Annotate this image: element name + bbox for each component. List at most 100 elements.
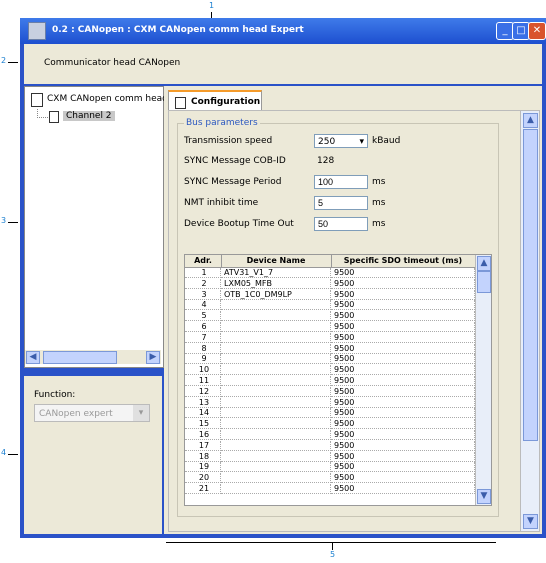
cell-device-name (221, 484, 331, 494)
cell-address: 10 (185, 365, 221, 376)
cell-address: 19 (185, 462, 221, 473)
column-header-device-name[interactable]: Device Name (221, 255, 332, 267)
table-row[interactable]: 12 9500 (185, 386, 475, 397)
sync-period-input[interactable] (314, 175, 368, 189)
tree-scroll-thumb[interactable] (43, 351, 117, 364)
column-header-sdo-timeout[interactable]: Specific SDO timeout (ms) (331, 255, 476, 267)
table-row[interactable]: 7 9500 (185, 332, 475, 343)
scroll-down-icon[interactable]: ▼ (523, 514, 538, 529)
tree-root-label[interactable]: CXM CANopen comm head (47, 94, 168, 104)
table-row[interactable]: 9 9500 (185, 354, 475, 365)
device-tree: CXM CANopen comm head Channel 2 ◀ ▶ (24, 86, 168, 368)
cell-device-name (221, 451, 331, 462)
cell-sdo-timeout: 9500 (331, 408, 475, 419)
window-title: 0.2 : CANopen : CXM CANopen comm head Ex… (52, 25, 304, 35)
callout-1: 1 (209, 1, 215, 10)
cell-address: 14 (185, 408, 221, 419)
cell-sdo-timeout: 9500 (331, 311, 475, 322)
scroll-up-icon[interactable]: ▲ (477, 256, 491, 271)
table-row[interactable]: 2 LXM05_MFB 9500 (185, 278, 475, 289)
table-row[interactable]: 4 9500 (185, 300, 475, 311)
scroll-up-icon[interactable]: ▲ (523, 113, 538, 128)
callout-4: 4 (1, 448, 7, 457)
sync-period-label: SYNC Message Period (184, 177, 282, 187)
table-row[interactable]: 19 9500 (185, 462, 475, 473)
cell-sdo-timeout: 9500 (331, 484, 475, 494)
cell-sdo-timeout: 9500 (331, 473, 475, 484)
cell-address: 11 (185, 376, 221, 386)
cell-sdo-timeout: 9500 (331, 451, 475, 462)
nmt-inhibit-unit: ms (372, 198, 386, 208)
cell-address: 12 (185, 386, 221, 397)
main-scroll-thumb[interactable] (523, 129, 538, 441)
table-scroll-thumb[interactable] (477, 271, 491, 293)
table-vertical-scrollbar[interactable]: ▲ ▼ (475, 255, 491, 505)
close-button[interactable]: ✕ (528, 22, 546, 40)
channel-icon (49, 111, 59, 123)
cell-sdo-timeout: 9500 (331, 365, 475, 376)
table-row[interactable]: 16 9500 (185, 430, 475, 440)
configuration-content: Bus parameters Transmission speed 250 ▾ … (168, 110, 522, 532)
table-row[interactable]: 3 OTB_1C0_DM9LP 9500 (185, 289, 475, 300)
cell-sdo-timeout: 9500 (331, 300, 475, 311)
main-vertical-scrollbar[interactable]: ▲ ▼ (520, 110, 540, 532)
cell-sdo-timeout: 9500 (331, 376, 475, 386)
header-text: Communicator head CANopen (44, 58, 181, 68)
cell-device-name (221, 462, 331, 473)
title-bar[interactable]: 0.2 : CANopen : CXM CANopen comm head Ex… (20, 18, 546, 44)
scroll-left-icon[interactable]: ◀ (26, 351, 40, 364)
sync-cob-id-value: 128 (314, 154, 368, 168)
table-row[interactable]: 20 9500 (185, 473, 475, 484)
cell-device-name (221, 322, 331, 332)
table-row[interactable]: 8 9500 (185, 343, 475, 354)
cell-address: 8 (185, 343, 221, 354)
bootup-timeout-label: Device Bootup Time Out (184, 219, 294, 229)
cell-address: 18 (185, 451, 221, 462)
table-row[interactable]: 13 9500 (185, 397, 475, 408)
scroll-down-icon[interactable]: ▼ (477, 489, 491, 504)
tree-horizontal-scrollbar[interactable]: ◀ ▶ (25, 350, 161, 364)
table-row[interactable]: 17 9500 (185, 440, 475, 451)
sync-period-unit: ms (372, 177, 386, 187)
table-row[interactable]: 5 9500 (185, 311, 475, 322)
cell-sdo-timeout: 9500 (331, 278, 475, 289)
scroll-right-icon[interactable]: ▶ (146, 351, 160, 364)
cell-device-name (221, 332, 331, 343)
column-header-address[interactable]: Adr. (185, 255, 222, 267)
cell-sdo-timeout: 9500 (331, 386, 475, 397)
cell-device-name (221, 408, 331, 419)
cell-sdo-timeout: 9500 (331, 430, 475, 440)
nmt-inhibit-input[interactable] (314, 196, 368, 210)
tree-item-channel-2[interactable]: Channel 2 (63, 111, 115, 121)
table-row[interactable]: 10 9500 (185, 365, 475, 376)
configuration-icon (175, 97, 186, 109)
table-row[interactable]: 6 9500 (185, 322, 475, 332)
chevron-down-icon[interactable]: ▾ (133, 405, 149, 421)
cell-device-name (221, 311, 331, 322)
table-row[interactable]: 18 9500 (185, 451, 475, 462)
transmission-speed-select[interactable]: 250 ▾ (314, 134, 368, 148)
bus-parameters-group: Bus parameters Transmission speed 250 ▾ … (177, 118, 499, 517)
cell-sdo-timeout: 9500 (331, 268, 475, 278)
bootup-timeout-input[interactable] (314, 217, 368, 231)
cell-address: 16 (185, 430, 221, 440)
cell-sdo-timeout: 9500 (331, 289, 475, 300)
cell-sdo-timeout: 9500 (331, 419, 475, 430)
cell-address: 7 (185, 332, 221, 343)
table-row[interactable]: 21 9500 (185, 484, 475, 494)
tree-connector (37, 109, 48, 118)
cell-device-name (221, 473, 331, 484)
cell-address: 17 (185, 440, 221, 451)
device-icon (31, 93, 43, 107)
table-row[interactable]: 11 9500 (185, 376, 475, 386)
callout-5-line (332, 542, 333, 550)
table-row[interactable]: 1 ATV31_V1_7 9500 (185, 268, 475, 278)
table-row[interactable]: 15 9500 (185, 419, 475, 430)
callout-3: 3 (1, 216, 7, 225)
cell-device-name (221, 397, 331, 408)
tab-configuration-label: Configuration (191, 97, 261, 107)
function-select[interactable]: CANopen expert ▾ (34, 404, 150, 422)
table-row[interactable]: 14 9500 (185, 408, 475, 419)
tab-configuration[interactable]: Configuration (168, 90, 262, 112)
callout-2-line (8, 62, 18, 63)
